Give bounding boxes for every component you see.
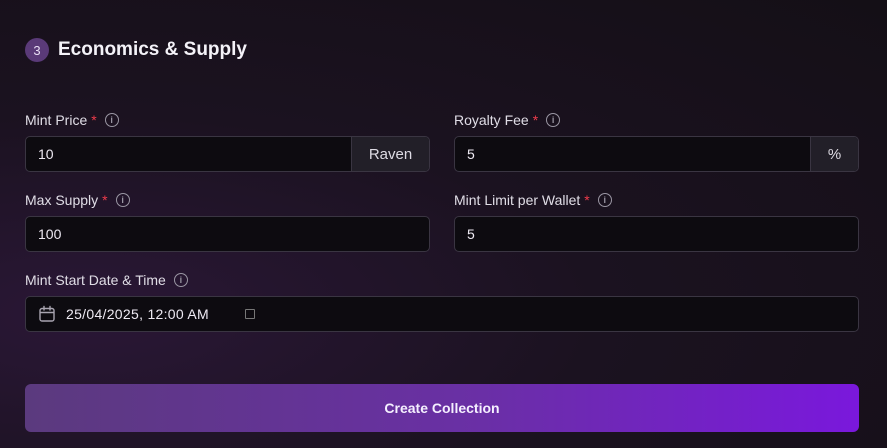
- info-icon[interactable]: i: [115, 193, 130, 207]
- mint-start-value: 25/04/2025, 12:00 AM: [66, 306, 209, 322]
- percent-addon: %: [810, 137, 858, 171]
- step-number-badge: 3: [25, 38, 49, 62]
- royalty-fee-label: Royalty Fee: [454, 112, 529, 128]
- required-marker: *: [584, 192, 590, 208]
- create-collection-button[interactable]: Create Collection: [25, 384, 859, 432]
- mint-limit-input[interactable]: [455, 217, 858, 251]
- mint-price-label-row: Mint Price * i: [25, 112, 430, 128]
- info-icon[interactable]: i: [104, 113, 119, 127]
- section-title: Economics & Supply: [58, 39, 247, 60]
- max-supply-input-group: [25, 216, 430, 252]
- max-supply-label-row: Max Supply * i: [25, 192, 430, 208]
- royalty-fee-field: Royalty Fee * i %: [454, 112, 859, 172]
- mint-price-input[interactable]: [26, 137, 351, 171]
- mint-limit-input-group: [454, 216, 859, 252]
- mint-price-field: Mint Price * i Raven: [25, 112, 430, 172]
- section-header: 3 Economics & Supply: [25, 38, 247, 62]
- mint-start-label-row: Mint Start Date & Time i: [25, 272, 859, 288]
- royalty-fee-label-row: Royalty Fee * i: [454, 112, 859, 128]
- max-supply-label: Max Supply: [25, 192, 99, 208]
- required-marker: *: [102, 192, 108, 208]
- royalty-fee-input-group: %: [454, 136, 859, 172]
- mint-limit-label: Mint Limit per Wallet: [454, 192, 581, 208]
- required-marker: *: [91, 112, 97, 128]
- mint-price-label: Mint Price: [25, 112, 88, 128]
- info-icon[interactable]: i: [546, 113, 561, 127]
- required-marker: *: [532, 112, 539, 128]
- mint-limit-label-row: Mint Limit per Wallet * i: [454, 192, 859, 208]
- calendar-icon[interactable]: [38, 305, 56, 323]
- mint-start-label: Mint Start Date & Time: [25, 272, 166, 288]
- royalty-fee-input[interactable]: [455, 137, 810, 171]
- mint-limit-field: Mint Limit per Wallet * i: [454, 192, 859, 252]
- max-supply-input[interactable]: [26, 217, 429, 251]
- mint-price-input-group: Raven: [25, 136, 430, 172]
- info-icon[interactable]: i: [597, 193, 612, 207]
- currency-addon: Raven: [351, 137, 429, 171]
- info-icon[interactable]: i: [173, 273, 188, 287]
- mint-start-datetime-input[interactable]: 25/04/2025, 12:00 AM: [25, 296, 859, 332]
- mint-start-field: Mint Start Date & Time i 25/04/2025, 12:…: [25, 272, 859, 332]
- max-supply-field: Max Supply * i: [25, 192, 430, 252]
- datetime-picker-icon[interactable]: [245, 309, 255, 319]
